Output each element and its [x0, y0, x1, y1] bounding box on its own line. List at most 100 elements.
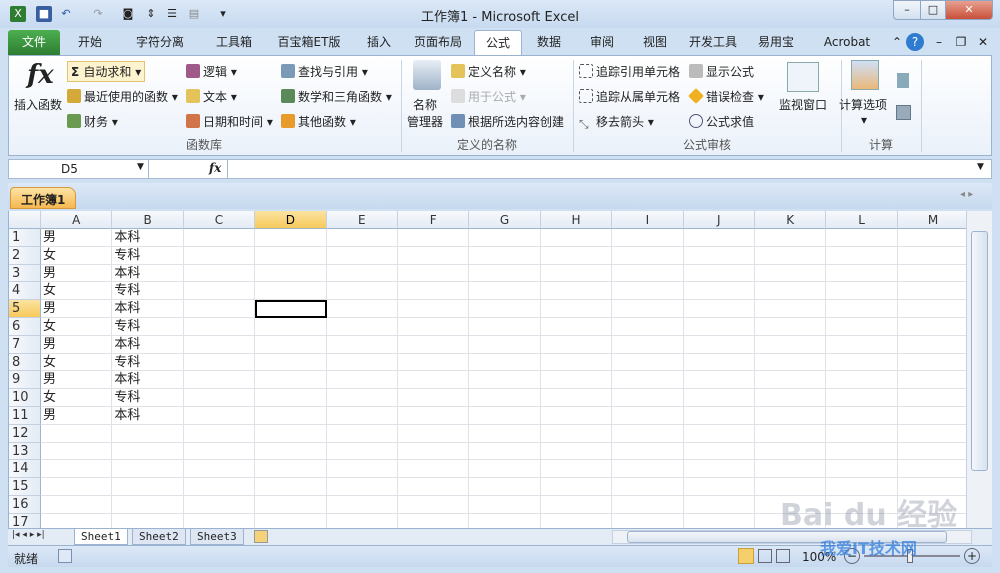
datetime-button[interactable]: 日期和时间 ▾	[186, 113, 273, 130]
name-box-dropdown-icon[interactable]: ▼	[137, 162, 144, 172]
zoom-out-icon[interactable]: −	[844, 548, 860, 564]
cell-H16[interactable]	[540, 496, 613, 514]
cell-B17[interactable]	[112, 513, 184, 529]
vertical-scroll-thumb[interactable]	[971, 231, 988, 471]
cell-E12[interactable]	[326, 424, 398, 443]
name-manager-label-1[interactable]: 名称	[413, 96, 437, 113]
cell-F7[interactable]	[398, 335, 470, 354]
tab-0[interactable]: 文件	[8, 30, 60, 55]
cell-E11[interactable]	[326, 407, 398, 425]
logic-button[interactable]: 逻辑 ▾	[186, 63, 237, 80]
cell-C15[interactable]	[183, 478, 256, 496]
cell-B15[interactable]	[112, 478, 184, 496]
row-header[interactable]: 16	[9, 496, 41, 514]
cell-L4[interactable]	[826, 282, 898, 301]
tab-9[interactable]: 审阅	[582, 30, 622, 55]
cell-K10[interactable]	[755, 389, 827, 407]
cell-I5[interactable]	[612, 300, 684, 318]
cell-K13[interactable]	[755, 442, 827, 461]
cell-M11[interactable]	[897, 407, 966, 425]
cell-F11[interactable]	[398, 407, 470, 425]
cell-K14[interactable]	[755, 460, 827, 479]
cell-A16[interactable]	[41, 496, 113, 514]
cell-I16[interactable]	[612, 496, 684, 514]
maximize-button[interactable]: □	[920, 0, 946, 20]
cell-H10[interactable]	[540, 389, 613, 407]
cell-K3[interactable]	[755, 264, 827, 283]
cell-K8[interactable]	[755, 353, 827, 372]
column-header-M[interactable]: M	[897, 211, 966, 229]
cell-J13[interactable]	[683, 442, 755, 461]
row-header[interactable]: 17	[9, 513, 41, 529]
cell-K5[interactable]	[755, 300, 827, 318]
cell-C9[interactable]	[183, 371, 256, 390]
cell-H5[interactable]	[540, 300, 613, 318]
tab-4[interactable]: 百宝箱ET版	[264, 30, 354, 55]
cell-G14[interactable]	[469, 460, 541, 479]
cell-J9[interactable]	[683, 371, 755, 390]
cell-L9[interactable]	[826, 371, 898, 390]
tab-6[interactable]: 页面布局	[404, 30, 472, 55]
cell-E14[interactable]	[326, 460, 398, 479]
cell-B8[interactable]: 专科	[112, 353, 184, 372]
cell-I11[interactable]	[612, 407, 684, 425]
cell-M13[interactable]	[897, 443, 966, 461]
name-manager-label-2[interactable]: 管理器	[407, 113, 443, 130]
zoom-in-icon[interactable]: +	[964, 548, 980, 564]
cell-M8[interactable]	[897, 354, 966, 372]
cell-K11[interactable]	[755, 407, 827, 425]
cell-D3[interactable]	[255, 264, 327, 283]
cell-B2[interactable]: 专科	[112, 246, 184, 265]
cell-K15[interactable]	[755, 478, 827, 496]
doc-close-icon[interactable]: ✕	[974, 30, 992, 55]
show-formulas-button[interactable]: 显示公式	[689, 63, 754, 80]
horizontal-scroll-thumb[interactable]	[627, 531, 947, 543]
cell-B9[interactable]: 本科	[112, 371, 184, 390]
cell-B12[interactable]	[112, 424, 184, 443]
tab-10[interactable]: 视图	[634, 30, 676, 55]
sheet-tab-Sheet2[interactable]: Sheet2	[132, 529, 186, 545]
cell-J11[interactable]	[683, 407, 755, 425]
cell-D11[interactable]	[255, 407, 327, 425]
row-header[interactable]: 15	[9, 478, 41, 496]
row-header[interactable]: 10	[9, 389, 41, 407]
cell-G5[interactable]	[469, 300, 541, 318]
cell-F10[interactable]	[398, 389, 470, 407]
cell-I3[interactable]	[612, 264, 684, 283]
tab-1[interactable]: 开始	[64, 30, 116, 55]
tab-5[interactable]: 插入	[356, 30, 402, 55]
cell-G17[interactable]	[469, 513, 541, 529]
cell-D17[interactable]	[255, 513, 327, 529]
row-header[interactable]: 3	[9, 264, 41, 283]
cell-B10[interactable]: 专科	[112, 389, 184, 407]
cell-H9[interactable]	[540, 371, 613, 390]
cell-G15[interactable]	[469, 478, 541, 496]
cell-C12[interactable]	[183, 424, 256, 443]
cell-J12[interactable]	[683, 424, 755, 443]
zoom-level[interactable]: 100%	[802, 550, 836, 564]
spreadsheet-grid[interactable]: A B C D E F G H I J K L M 1 男本科 2 女专科 3 男本科 4 女专科 5 男本科 6 女专科 7 男本…	[8, 211, 966, 529]
cell-I13[interactable]	[612, 442, 684, 461]
cell-B1[interactable]: 本科	[112, 229, 184, 247]
use-in-formula-button[interactable]: 用于公式 ▾	[451, 88, 526, 105]
cell-G16[interactable]	[469, 496, 541, 514]
cell-B5[interactable]: 本科	[112, 300, 184, 318]
cell-G10[interactable]	[469, 389, 541, 407]
tab-8[interactable]: 数据	[526, 30, 572, 55]
cell-H11[interactable]	[540, 407, 613, 425]
cell-I9[interactable]	[612, 371, 684, 390]
select-all-corner[interactable]	[9, 211, 41, 229]
cell-A17[interactable]	[41, 513, 113, 529]
cell-M16[interactable]	[897, 496, 966, 514]
cell-H15[interactable]	[540, 478, 613, 496]
minimize-button[interactable]: –	[893, 0, 921, 20]
column-header-I[interactable]: I	[612, 211, 684, 229]
cell-J1[interactable]	[683, 229, 755, 247]
other-functions-button[interactable]: 其他函数 ▾	[281, 113, 356, 130]
cell-J6[interactable]	[683, 318, 755, 336]
cell-M10[interactable]	[897, 389, 966, 407]
cell-I6[interactable]	[612, 318, 684, 336]
row-header[interactable]: 8	[9, 353, 41, 372]
column-header-B[interactable]: B	[112, 211, 184, 229]
cell-A4[interactable]: 女	[41, 282, 113, 301]
